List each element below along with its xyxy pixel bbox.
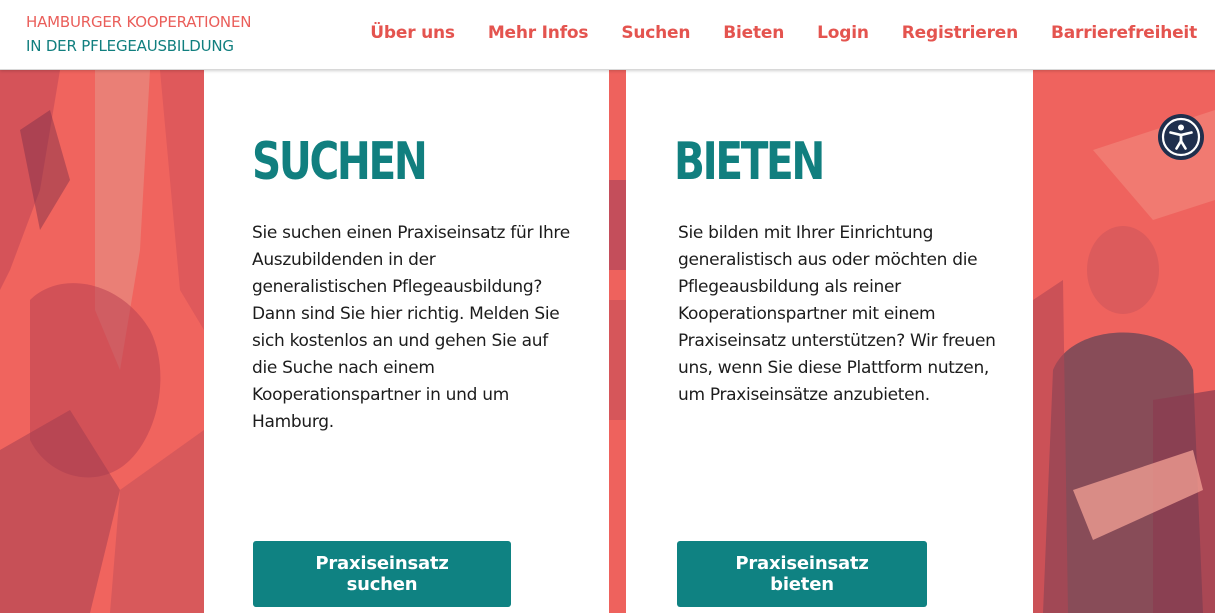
photo-middle-image (609, 70, 626, 613)
nav-item-barrierefreiheit[interactable]: Barrierefreiheit (1051, 22, 1197, 44)
accessibility-icon (1158, 114, 1204, 160)
hero-photo-left (0, 70, 204, 613)
logo-line-1: HAMBURGER KOOPERATIONEN (26, 13, 252, 31)
card-bieten-title: BIETEN (674, 132, 825, 192)
card-bieten: BIETEN Sie bilden mit Ihrer Einrichtung … (626, 70, 1033, 613)
card-suchen: SUCHEN Sie suchen einen Praxiseinsatz fü… (204, 70, 609, 613)
card-bieten-text: Sie bilden mit Ihrer Einrichtung general… (678, 223, 996, 405)
nav-item-login[interactable]: Login (817, 22, 869, 44)
praxiseinsatz-suchen-button[interactable]: Praxiseinsatz suchen (253, 541, 511, 607)
nav-item-registrieren[interactable]: Registrieren (902, 22, 1018, 44)
nav-item-suchen[interactable]: Suchen (621, 22, 690, 44)
card-suchen-text: Sie suchen einen Praxiseinsatz für Ihre … (252, 223, 570, 432)
photo-left-image (0, 70, 204, 613)
nav-item-bieten[interactable]: Bieten (723, 22, 784, 44)
main-nav: Über uns Mehr Infos Suchen Bieten Login … (337, 22, 1197, 44)
nav-item-mehr-infos[interactable]: Mehr Infos (488, 22, 589, 44)
accessibility-button[interactable] (1157, 113, 1205, 161)
nav-item-ueber-uns[interactable]: Über uns (370, 22, 455, 44)
logo-line-2: IN DER PFLEGEAUSBILDUNG (26, 37, 234, 55)
praxiseinsatz-bieten-button[interactable]: Praxiseinsatz bieten (677, 541, 927, 607)
hero-photo-middle (609, 70, 626, 613)
site-logo[interactable]: HAMBURGER KOOPERATIONEN IN DER PFLEGEAUS… (26, 10, 251, 58)
site-header: HAMBURGER KOOPERATIONEN IN DER PFLEGEAUS… (0, 0, 1215, 70)
card-suchen-title: SUCHEN (252, 132, 428, 192)
hero-section: SUCHEN Sie suchen einen Praxiseinsatz fü… (0, 70, 1215, 613)
